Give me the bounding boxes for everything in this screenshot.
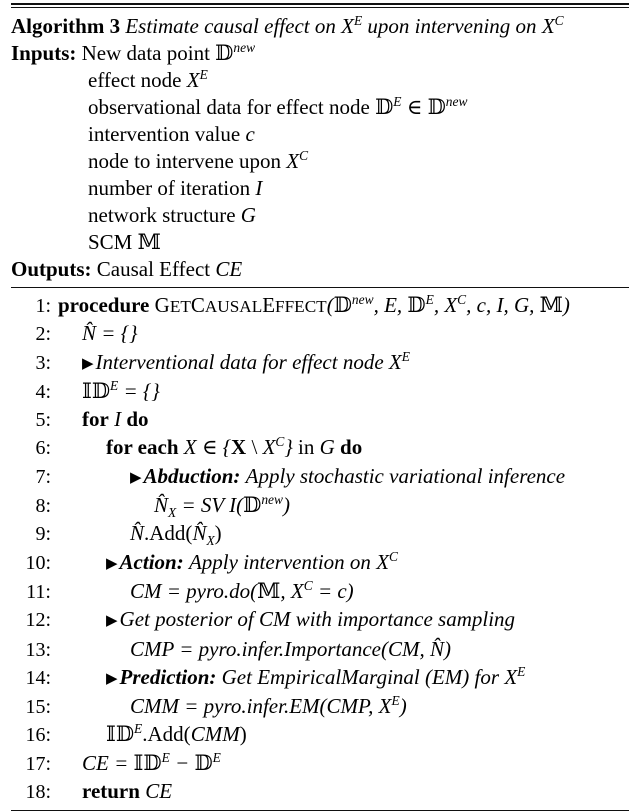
inputs-item-row-6: network structure G xyxy=(11,202,629,229)
inputs-item-row-5: number of iteration I xyxy=(11,175,629,202)
step-number: 1: xyxy=(35,295,51,317)
step-number: 4: xyxy=(35,380,51,403)
step-row-15: 15: CMM = pyro.infer.EM(CMP, XE) xyxy=(11,693,629,721)
triangle-marker-icon: ▶ xyxy=(106,555,118,572)
step-row-11: 11: CM = pyro.do(𝕄, XC = c) xyxy=(11,578,629,606)
step-number: 13: xyxy=(25,638,51,661)
inputs-item-5: number of iteration I xyxy=(88,176,263,200)
rule-middle xyxy=(11,287,629,288)
step-content: ▶Get posterior of CM with importance sam… xyxy=(106,607,516,632)
algorithm-title: Algorithm 3 Estimate causal effect on XE… xyxy=(11,13,629,40)
step-number: 14: xyxy=(25,666,51,689)
steps-list: 1: procedure GETCAUSALEFFECT(𝔻new, E, 𝔻E… xyxy=(11,292,629,806)
step-row-10: 10: ▶Action: Apply intervention on XC xyxy=(11,549,629,578)
inputs-item-3: intervention value c xyxy=(88,122,255,146)
step-row-16: 16: 𝕀𝔻E.Add(CMM) xyxy=(11,721,629,749)
step-row-12: 12: ▶Get posterior of CM with importance… xyxy=(11,606,629,635)
algorithm-caption: Estimate causal effect on XE upon interv… xyxy=(125,13,564,38)
step-row-14: 14: ▶Prediction: Get EmpiricalMarginal (… xyxy=(11,664,629,693)
step-row-17: 17: CE = 𝕀𝔻E − 𝔻E xyxy=(11,750,629,778)
step-content: return CE xyxy=(82,779,173,804)
inputs-first-line: Inputs: New data point 𝔻new xyxy=(11,40,629,67)
inputs-item-6: network structure G xyxy=(88,203,256,227)
inputs-item-2: observational data for effect node 𝔻E ∈ … xyxy=(88,94,468,119)
step-number: 2: xyxy=(35,323,51,346)
step-number: 11: xyxy=(26,580,51,603)
step-number: 7: xyxy=(35,465,51,488)
step-number: 8: xyxy=(35,495,51,518)
step-row-7: 7: ▶Abduction: Apply stochastic variatio… xyxy=(11,463,629,492)
triangle-marker-icon: ▶ xyxy=(82,355,94,372)
outputs-line: Outputs: Causal Effect CE xyxy=(11,256,629,283)
step-row-1: 1: procedure GETCAUSALEFFECT(𝔻new, E, 𝔻E… xyxy=(11,292,629,320)
step-number: 3: xyxy=(35,351,51,374)
algorithm-block: Algorithm 3 Estimate causal effect on XE… xyxy=(11,0,629,811)
step-content: 𝕀𝔻E.Add(CMM) xyxy=(106,721,247,747)
step-content: CE = 𝕀𝔻E − 𝔻E xyxy=(82,749,221,775)
step-number: 10: xyxy=(25,551,51,574)
step-number: 5: xyxy=(35,409,51,432)
step-content: procedure GETCAUSALEFFECT(𝔻new, E, 𝔻E, X… xyxy=(58,292,570,317)
step-content: 𝕀𝔻E = {} xyxy=(82,377,160,403)
inputs-item-1: effect node XE xyxy=(88,67,208,92)
step-number: 6: xyxy=(35,437,51,460)
algorithm-number: 3 xyxy=(109,14,121,38)
triangle-marker-icon: ▶ xyxy=(106,613,118,630)
step-row-6: 6: for each X ∈ {X \ XC} in G do xyxy=(11,434,629,462)
inputs-item-4: node to intervene upon XC xyxy=(88,148,309,173)
step-row-2: 2: N̂ = {} xyxy=(11,320,629,348)
inputs-item-row-3: intervention value c xyxy=(11,121,629,148)
step-number: 9: xyxy=(35,523,51,546)
step-row-9: 9: N̂.Add(N̂X) xyxy=(11,520,629,548)
step-number: 16: xyxy=(25,724,51,747)
step-content: for I do xyxy=(82,407,149,432)
inputs-item-row-2: observational data for effect node 𝔻E ∈ … xyxy=(11,94,629,121)
step-row-18: 18: return CE xyxy=(11,778,629,806)
inputs-item-row-1: effect node XE xyxy=(11,67,629,94)
inputs-item-row-7: SCM 𝕄 xyxy=(11,229,629,256)
inputs-item-7: SCM 𝕄 xyxy=(88,230,161,254)
rule-top xyxy=(11,3,629,8)
inputs-item-row-4: node to intervene upon XC xyxy=(11,148,629,175)
outputs-label: Outputs: xyxy=(11,257,92,281)
step-row-3: 3: ▶Interventional data for effect node … xyxy=(11,349,629,378)
step-content: ▶Interventional data for effect node XE xyxy=(82,348,410,374)
step-content: for each X ∈ {X \ XC} in G do xyxy=(106,434,363,460)
step-number: 17: xyxy=(25,752,51,775)
inputs-item-0: New data point 𝔻new xyxy=(81,40,256,65)
step-content: N̂X = SV I(𝔻new) xyxy=(154,492,290,521)
step-content: ▶Abduction: Apply stochastic variational… xyxy=(130,463,566,488)
step-content: N̂ = {} xyxy=(82,321,138,346)
step-row-5: 5: for I do xyxy=(11,406,629,434)
triangle-marker-icon: ▶ xyxy=(130,469,142,486)
step-content: N̂.Add(N̂X) xyxy=(130,521,222,549)
step-row-4: 4: 𝕀𝔻E = {} xyxy=(11,378,629,406)
step-number: 18: xyxy=(25,781,51,804)
step-number: 15: xyxy=(25,696,51,719)
step-content: CM = pyro.do(𝕄, XC = c) xyxy=(130,577,354,603)
step-number: 12: xyxy=(25,609,51,632)
triangle-marker-icon: ▶ xyxy=(106,670,118,687)
step-content: ▶Action: Apply intervention on XC xyxy=(106,548,398,574)
outputs-text: Causal Effect CE xyxy=(96,257,243,281)
algorithm-label: Algorithm xyxy=(11,14,105,38)
step-content: CMP = pyro.infer.Importance(CM, N̂) xyxy=(130,636,451,661)
step-content: CMM = pyro.infer.EM(CMP, XE) xyxy=(130,693,407,719)
step-row-8: 8: N̂X = SV I(𝔻new) xyxy=(11,492,629,520)
step-row-13: 13: CMP = pyro.infer.Importance(CM, N̂) xyxy=(11,636,629,664)
inputs-label: Inputs: xyxy=(11,41,77,65)
step-content: ▶Prediction: Get EmpiricalMarginal (EM) … xyxy=(106,663,526,689)
